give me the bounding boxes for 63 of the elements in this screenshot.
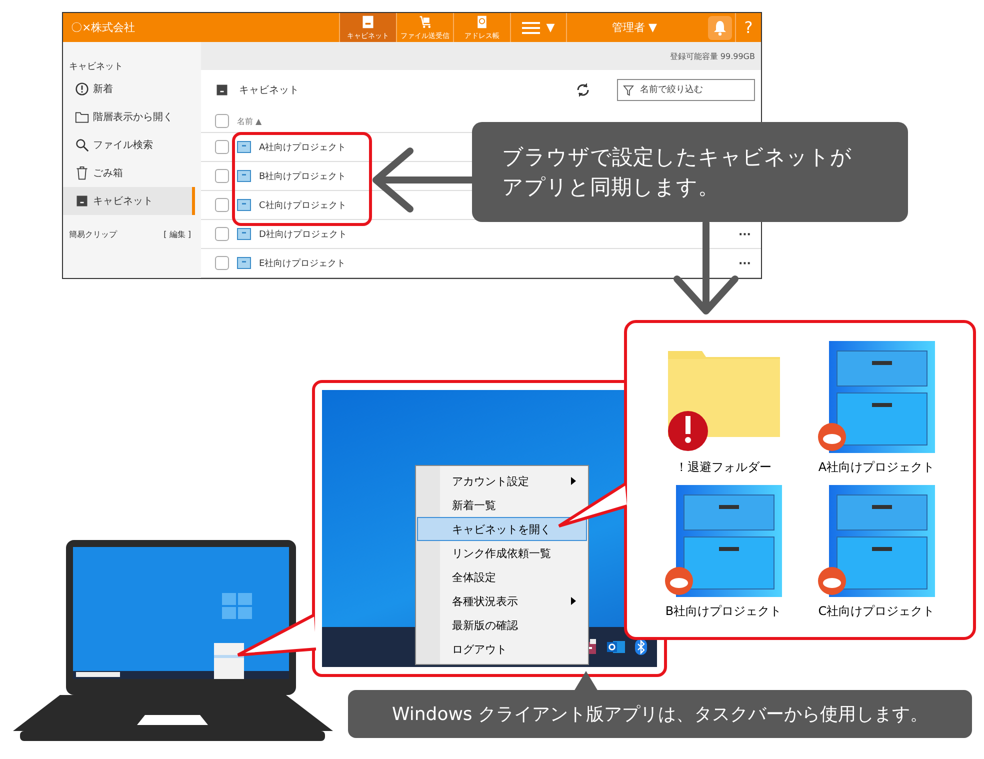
cabinet-icon: [237, 141, 251, 153]
cabinet-name[interactable]: B社向けプロジェクト: [259, 170, 346, 182]
cabinet-name[interactable]: A社向けプロジェクト: [259, 140, 346, 154]
menu-item[interactable]: アカウント設定: [417, 469, 587, 493]
cabinet-icon: [75, 194, 89, 208]
select-all-checkbox[interactable]: [215, 114, 229, 128]
refresh-icon[interactable]: [575, 82, 591, 98]
menu-item[interactable]: 各種状況表示: [417, 589, 587, 613]
cabinet-icon: [237, 199, 251, 211]
clip-label: 簡易クリップ: [69, 229, 117, 240]
search-icon: [75, 138, 89, 152]
cabinet-icon: [237, 257, 251, 269]
cabinet-name[interactable]: D社向けプロジェクト: [259, 228, 347, 240]
cabinet-icon: [237, 228, 251, 240]
notification-button[interactable]: [708, 16, 732, 40]
page-title: キャビネット: [239, 84, 300, 97]
cabinet-cloud-icon: [816, 485, 936, 597]
bell-icon: [713, 20, 727, 36]
cabinet-icon: [361, 14, 375, 28]
row-checkbox[interactable]: [215, 198, 229, 212]
folder-label: C社向けプロジェクト: [818, 603, 935, 620]
trash-icon: [75, 166, 89, 180]
menu-item[interactable]: 新着一覧: [417, 493, 587, 517]
exclamation-icon: [75, 82, 89, 96]
sidebar-item[interactable]: 階層表示から開く: [63, 103, 195, 131]
menu-item[interactable]: 全体設定: [417, 565, 587, 589]
sidebar-item[interactable]: キャビネット: [63, 187, 195, 215]
filter-field[interactable]: 名前で絞り込む: [617, 79, 755, 101]
sidebar-item[interactable]: 新着: [63, 75, 195, 103]
mail-app-icon[interactable]: [607, 639, 625, 655]
cabinet-cloud-icon: [816, 341, 936, 453]
menu-item[interactable]: リンク作成依頼一覧: [417, 541, 587, 565]
row-checkbox[interactable]: [215, 256, 229, 270]
cart-icon: [418, 14, 432, 28]
cabinet-name[interactable]: C社向けプロジェクト: [259, 198, 346, 212]
cabinet-icon: [237, 170, 251, 182]
menu-item[interactable]: キャビネットを開く: [417, 517, 587, 541]
folder-icon: [75, 110, 89, 124]
bluetooth-icon[interactable]: [635, 639, 647, 655]
row-checkbox[interactable]: [215, 140, 229, 154]
callout-text: ブラウザで設定したキャビネットが: [502, 144, 853, 171]
callout-text: アプリと同期します。: [502, 174, 720, 201]
callout-text: Windows クライアント版アプリは、タスクバーから使用します。: [392, 703, 928, 726]
sidebar-item[interactable]: ごみ箱: [63, 159, 195, 187]
menu-item[interactable]: ログアウト: [417, 637, 587, 661]
cabinet-name[interactable]: E社向けプロジェクト: [259, 256, 346, 270]
row-checkbox[interactable]: [215, 227, 229, 241]
sidebar-item[interactable]: ファイル検索: [63, 131, 195, 159]
edit-link[interactable]: [ 編集 ]: [164, 229, 191, 240]
folder-label: ！退避フォルダー: [676, 459, 772, 476]
capacity-text: 登録可能容量 99.99GB: [670, 50, 755, 62]
cabinet-icon: [215, 83, 229, 97]
sidebar-heading: キャビネット: [68, 60, 124, 73]
menu-item[interactable]: 最新版の確認: [417, 613, 587, 637]
folder-label: A社向けプロジェクト: [818, 459, 935, 476]
more-button[interactable]: ···: [738, 256, 751, 270]
row-checkbox[interactable]: [215, 169, 229, 183]
folder-label: B社向けプロジェクト: [665, 603, 782, 620]
column-header[interactable]: 名前 ▲: [237, 116, 262, 126]
menu-icon: [522, 20, 540, 34]
company-logo: 〇×株式会社: [70, 20, 136, 36]
cabinet-cloud-icon: [664, 485, 784, 597]
more-button[interactable]: ···: [738, 228, 751, 240]
